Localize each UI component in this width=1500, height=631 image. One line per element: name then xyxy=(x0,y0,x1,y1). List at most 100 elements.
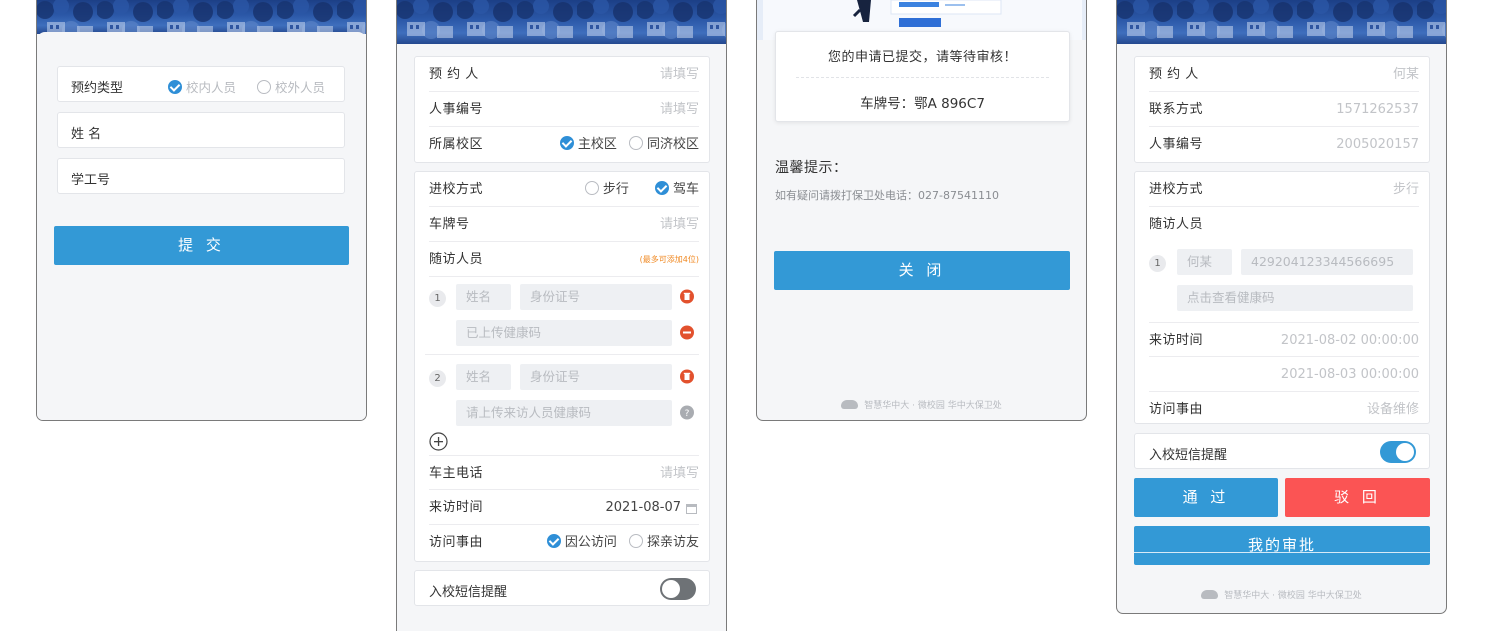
tip-text: 如有疑问请拨打保卫处电话：027-87541110 xyxy=(775,189,999,202)
radio-checked-icon xyxy=(168,80,182,94)
booking-type-row: 预约类型 校内人员 校外人员 xyxy=(57,66,345,102)
staff-no-input[interactable]: 请填写 xyxy=(660,92,699,127)
cloud-icon xyxy=(841,400,859,409)
sms-toggle[interactable] xyxy=(660,578,696,600)
radio-tongji-campus[interactable]: 同济校区 xyxy=(628,136,699,152)
visit-time-label: 来访时间 xyxy=(1149,333,1204,348)
plate-label: 车牌号 xyxy=(429,217,470,232)
radio-unchecked-icon xyxy=(628,534,643,548)
companion-id-input[interactable]: 身份证号 xyxy=(520,284,672,310)
plus-circle-icon[interactable] xyxy=(429,432,448,451)
booker-input[interactable]: 请填写 xyxy=(660,57,699,92)
screen-booking-type: 预约类型 校内人员 校外人员 姓 名 学工号 提 交 xyxy=(36,0,367,421)
contact-value: 1571262537 xyxy=(1336,102,1419,117)
radio-internal[interactable]: 校内人员 xyxy=(168,77,236,96)
submitted-card: 您的申请已提交，请等待审核！ 车牌号：鄂A 896C7 xyxy=(775,31,1070,122)
trash-icon[interactable] xyxy=(680,369,694,384)
visit-section: 进校方式 步行 驾车 车牌号 请填写 随访人员 (最多可添加4位) 1 姓名 身… xyxy=(414,171,710,562)
entry-mode-value: 步行 xyxy=(1392,182,1419,197)
campus-label: 所属校区 xyxy=(429,137,484,152)
companions-row: 随访人员 (最多可添加4位) xyxy=(429,242,699,277)
staff-no-row[interactable]: 人事编号 请填写 xyxy=(429,92,699,127)
sms-reminder-section: 入校短信提醒 xyxy=(1134,433,1430,469)
visit-time-value[interactable]: 2021-08-07 xyxy=(605,490,681,525)
visit-time-label: 来访时间 xyxy=(429,500,484,515)
contact-label: 联系方式 xyxy=(1149,102,1204,117)
screen-approval: 预 约 人 何某 联系方式 1571262537 人事编号 2005020157… xyxy=(1116,0,1447,614)
companion-name-input[interactable]: 姓名 xyxy=(456,284,511,310)
radio-family[interactable]: 探亲访友 xyxy=(628,534,699,550)
companion-id-input[interactable]: 身份证号 xyxy=(520,364,672,390)
booking-type-label: 预约类型 xyxy=(71,81,124,96)
companion-name-input[interactable]: 姓名 xyxy=(456,364,511,390)
sms-label: 入校短信提醒 xyxy=(1149,448,1228,463)
companion-index: 1 xyxy=(429,290,446,307)
entry-mode-row: 进校方式 步行 驾车 xyxy=(429,172,699,207)
view-health-code[interactable]: 点击查看健康码 xyxy=(1177,285,1413,311)
radio-official[interactable]: 因公访问 xyxy=(546,534,617,550)
staff-id-field[interactable]: 学工号 xyxy=(57,158,345,194)
staff-id-label: 学工号 xyxy=(71,173,111,188)
toggle-knob xyxy=(662,580,680,598)
visit-time-row: 来访时间 2021-08-02 00:00:00 xyxy=(1149,322,1419,357)
entry-mode-label: 进校方式 xyxy=(1149,182,1204,197)
my-approvals-button[interactable]: 我的审批 xyxy=(1134,526,1430,565)
radio-unchecked-icon xyxy=(257,80,271,94)
reason-label: 访问事由 xyxy=(1149,402,1204,417)
plate-row[interactable]: 车牌号 请填写 xyxy=(429,207,699,242)
booker-label: 预 约 人 xyxy=(429,67,479,82)
plate-input[interactable]: 请填写 xyxy=(660,207,699,242)
radio-unchecked-icon xyxy=(628,136,643,150)
divider xyxy=(796,77,1049,78)
owner-phone-row[interactable]: 车主电话 请填写 xyxy=(429,455,699,490)
remove-icon[interactable] xyxy=(680,325,694,340)
booker-row: 预 约 人 何某 xyxy=(1149,57,1419,92)
visit-end-row: 2021-08-03 00:00:00 xyxy=(1149,357,1419,392)
name-label: 姓 名 xyxy=(71,127,102,142)
applicant-section: 预 约 人 何某 联系方式 1571262537 人事编号 2005020157 xyxy=(1134,56,1430,163)
visit-section: 进校方式 步行 随访人员 1 何某 429204123344566695 点击查… xyxy=(1134,171,1430,424)
reason-value: 设备维修 xyxy=(1366,402,1419,417)
calendar-icon[interactable] xyxy=(686,503,697,514)
divider xyxy=(1134,552,1430,553)
submit-button[interactable]: 提 交 xyxy=(54,226,349,265)
submitted-message: 您的申请已提交，请等待审核！ xyxy=(827,50,1017,65)
footer-credit: 智慧华中大 · 微校园 华中大保卫处 xyxy=(757,398,1086,411)
health-code-upload[interactable]: 已上传健康码 xyxy=(456,320,672,346)
owner-phone-input[interactable]: 请填写 xyxy=(660,456,699,491)
close-button[interactable]: 关 闭 xyxy=(774,251,1070,290)
visit-time-row[interactable]: 来访时间 2021-08-07 xyxy=(429,490,699,525)
radio-walk[interactable]: 步行 xyxy=(584,181,629,197)
approve-button[interactable]: 通 过 xyxy=(1134,478,1278,517)
radio-drive[interactable]: 驾车 xyxy=(654,181,699,197)
reason-options: 因公访问 探亲访友 xyxy=(546,525,699,560)
companion-name: 何某 xyxy=(1177,249,1232,275)
radio-external[interactable]: 校外人员 xyxy=(257,77,325,96)
trash-icon[interactable] xyxy=(680,289,694,304)
applicant-section: 预 约 人 请填写 人事编号 请填写 所属校区 主校区 同济校区 xyxy=(414,56,710,163)
campus-banner-image xyxy=(397,0,726,44)
reject-button[interactable]: 驳 回 xyxy=(1285,478,1430,517)
name-field[interactable]: 姓 名 xyxy=(57,112,345,148)
companions-label: 随访人员 xyxy=(1149,217,1204,232)
tip-title: 温馨提示： xyxy=(775,160,848,176)
reason-row: 访问事由 设备维修 xyxy=(1149,392,1419,427)
companion-id: 429204123344566695 xyxy=(1241,249,1413,275)
entry-mode-row: 进校方式 步行 xyxy=(1149,172,1419,207)
staff-no-row: 人事编号 2005020157 xyxy=(1149,127,1419,162)
staff-no-label: 人事编号 xyxy=(1149,137,1204,152)
sms-toggle[interactable] xyxy=(1380,441,1416,463)
cloud-icon xyxy=(1201,590,1219,599)
divider xyxy=(425,354,699,355)
svg-text:?: ? xyxy=(685,409,690,419)
radio-checked-icon xyxy=(654,181,669,195)
booker-label: 预 约 人 xyxy=(1149,67,1199,82)
booker-value: 何某 xyxy=(1392,67,1419,82)
contact-row: 联系方式 1571262537 xyxy=(1149,92,1419,127)
health-code-upload[interactable]: 请上传来访人员健康码 xyxy=(456,400,672,426)
radio-main-campus[interactable]: 主校区 xyxy=(559,136,617,152)
companions-label: 随访人员 xyxy=(429,252,484,267)
visit-start: 2021-08-02 00:00:00 xyxy=(1280,333,1419,348)
booker-row[interactable]: 预 约 人 请填写 xyxy=(429,57,699,92)
help-icon[interactable]: ? xyxy=(680,405,694,420)
